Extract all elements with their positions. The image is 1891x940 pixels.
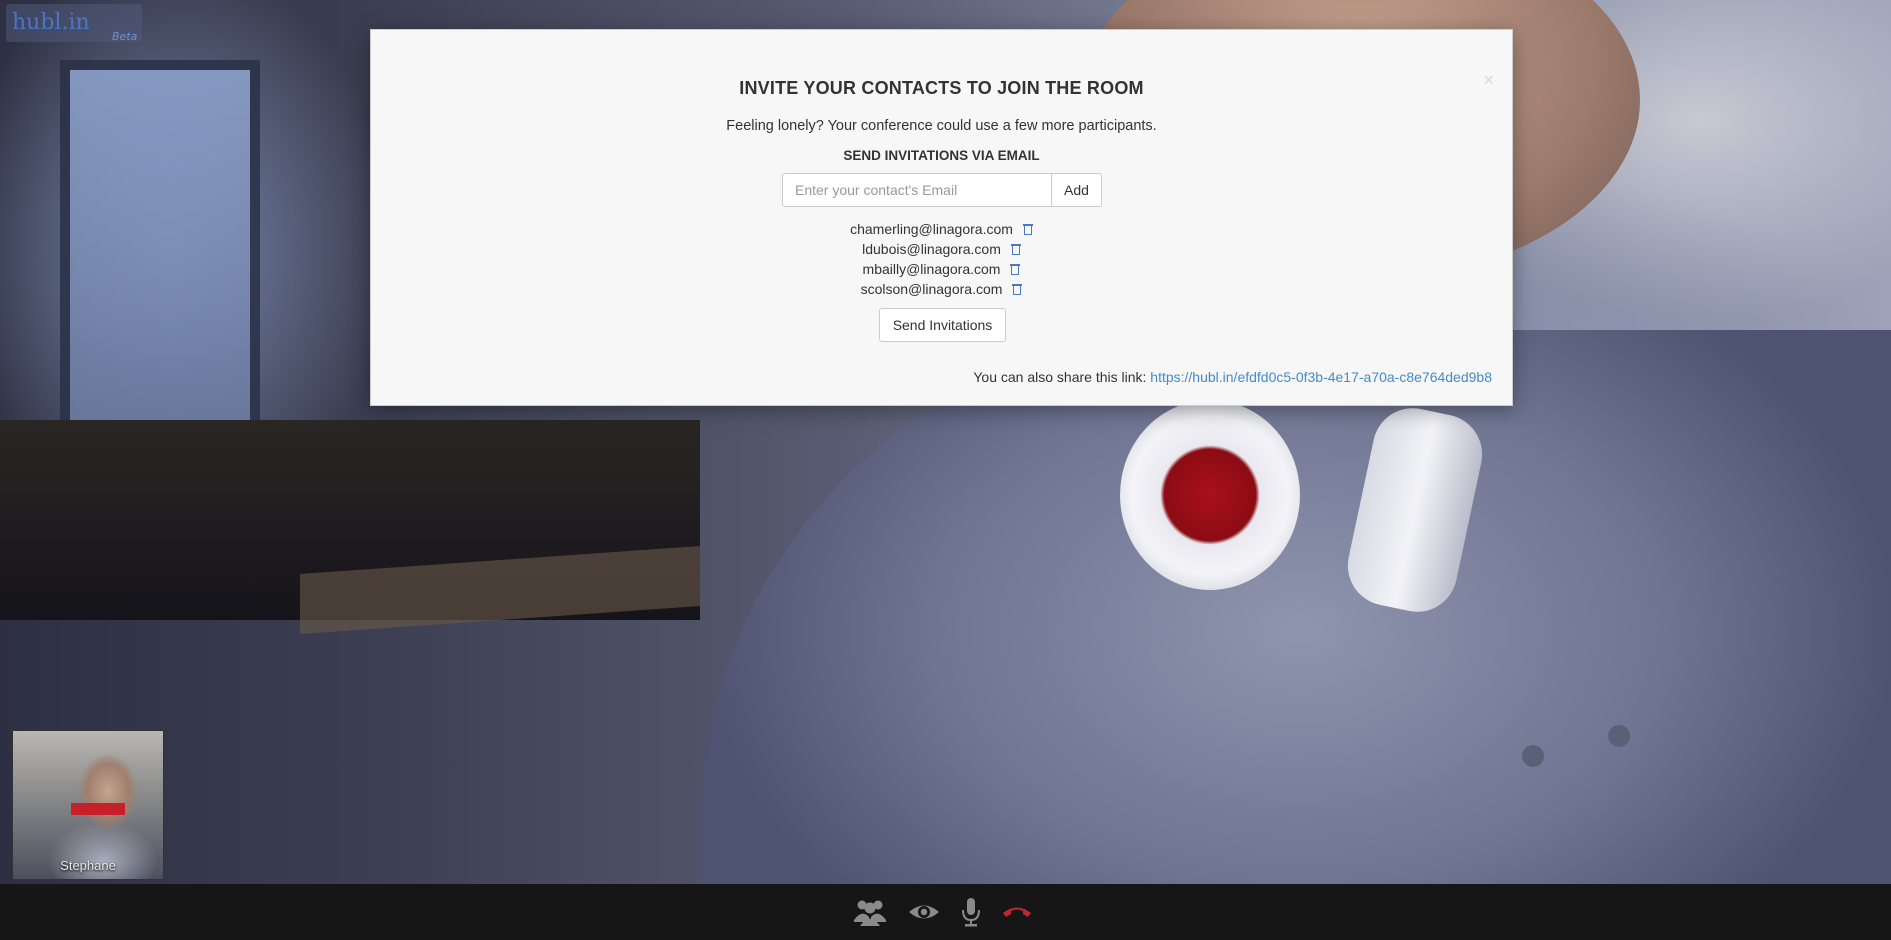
share-link[interactable]: https://hubl.in/efdfd0c5-0f3b-4e17-a70a-… <box>1150 369 1492 385</box>
email-section-title: SEND INVITATIONS VIA EMAIL <box>843 148 1040 163</box>
modal-title: INVITE YOUR CONTACTS TO JOIN THE ROOM <box>739 78 1144 98</box>
participant-shirt <box>700 330 1891 884</box>
call-toolbar <box>0 884 1891 940</box>
headphone-cup <box>1120 400 1300 590</box>
shirt-button <box>1522 745 1544 767</box>
beta-badge: Beta <box>112 30 138 43</box>
email-input-group: Add <box>782 173 1102 207</box>
hangup-icon[interactable] <box>999 896 1035 928</box>
users-icon[interactable] <box>852 896 888 928</box>
self-view-thumbnail[interactable]: Stephane <box>12 730 164 880</box>
add-button[interactable]: Add <box>1052 173 1102 207</box>
email-address: mbailly@linagora.com <box>862 261 1001 277</box>
list-item: chamerling@linagora.com <box>371 219 1512 239</box>
participant-name: Stephane <box>60 858 116 873</box>
eye-icon[interactable] <box>906 896 942 928</box>
share-link-row: You can also share this link: https://hu… <box>973 369 1492 385</box>
background-sign <box>71 803 125 815</box>
list-item: scolson@linagora.com <box>371 279 1512 299</box>
logo-text: hubl.in <box>12 10 90 35</box>
invite-modal: × INVITE YOUR CONTACTS TO JOIN THE ROOM … <box>370 29 1513 406</box>
microphone-icon[interactable] <box>953 896 989 928</box>
trash-icon[interactable] <box>1022 223 1033 235</box>
email-address: scolson@linagora.com <box>860 281 1003 297</box>
email-address: chamerling@linagora.com <box>850 221 1013 237</box>
list-item: mbailly@linagora.com <box>371 259 1512 279</box>
background-window <box>60 60 260 460</box>
email-address: ldubois@linagora.com <box>862 241 1001 257</box>
trash-icon[interactable] <box>1012 283 1023 295</box>
list-item: ldubois@linagora.com <box>371 239 1512 259</box>
modal-subtitle: Feeling lonely? Your conference could us… <box>726 118 1157 134</box>
trash-icon[interactable] <box>1010 263 1021 275</box>
trash-icon[interactable] <box>1010 243 1021 255</box>
send-invitations-button[interactable]: Send Invitations <box>879 308 1006 342</box>
email-list: chamerling@linagora.com ldubois@linagora… <box>371 219 1512 299</box>
email-input[interactable] <box>782 173 1052 207</box>
app-logo[interactable]: hubl.in Beta <box>6 4 142 43</box>
share-text: You can also share this link: <box>973 369 1147 385</box>
shirt-button <box>1608 725 1630 747</box>
